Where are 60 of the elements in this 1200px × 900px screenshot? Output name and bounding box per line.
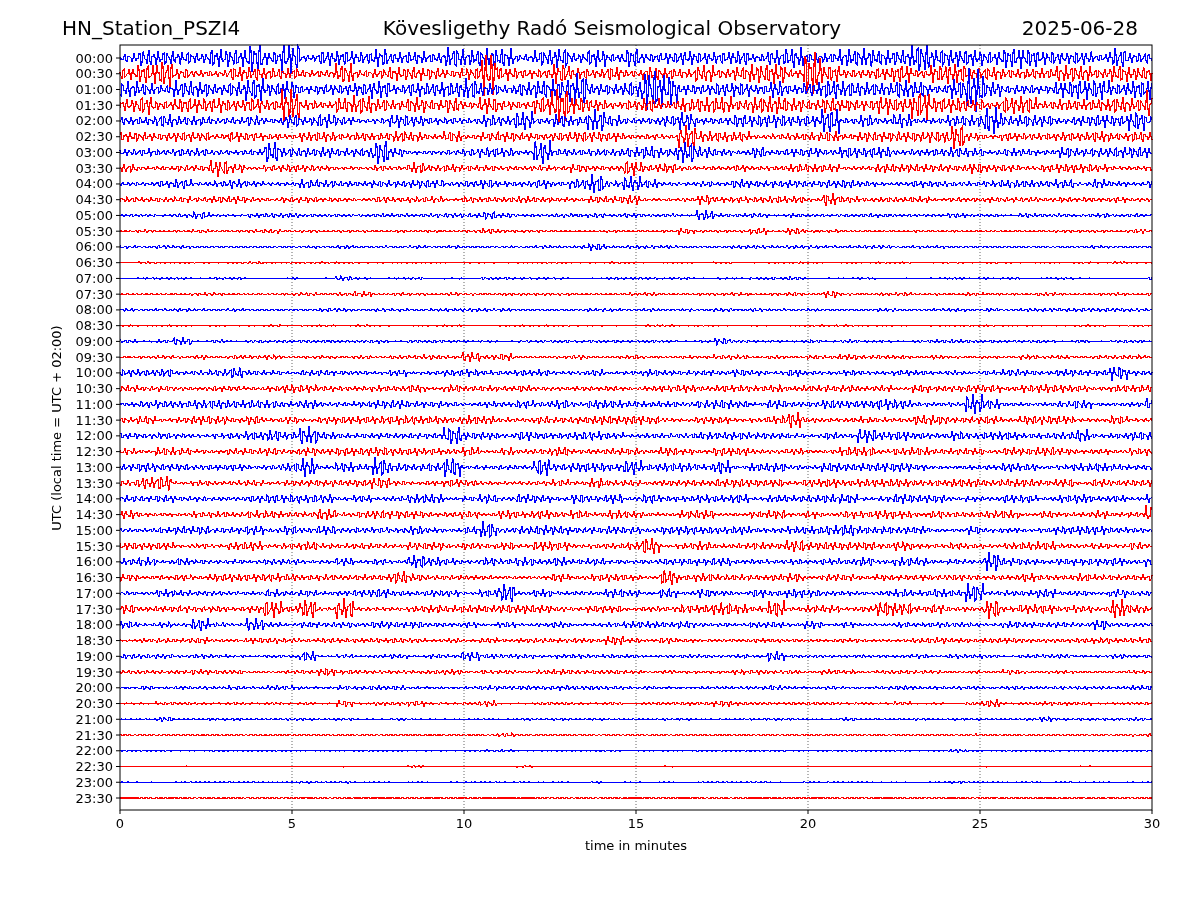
time-label: 13:00 bbox=[75, 459, 113, 475]
minute-tick-label: 0 bbox=[115, 816, 125, 831]
time-label: 22:30 bbox=[75, 759, 113, 774]
time-label: 05:30 bbox=[75, 223, 113, 239]
time-label: 21:30 bbox=[75, 727, 113, 743]
time-label: 10:00 bbox=[75, 365, 113, 381]
time-label: 14:30 bbox=[75, 507, 113, 523]
time-label: 10:30 bbox=[75, 381, 113, 397]
time-label: 19:00 bbox=[75, 648, 113, 664]
minute-tick-label: 10 bbox=[455, 816, 473, 831]
time-label: 11:30 bbox=[75, 412, 113, 428]
time-label: 00:00 bbox=[75, 50, 113, 66]
minute-tick-label: 5 bbox=[287, 816, 297, 831]
time-label: 07:30 bbox=[75, 286, 113, 302]
minute-tick-label: 25 bbox=[971, 816, 989, 831]
time-label: 12:00 bbox=[75, 428, 113, 444]
time-label: 09:00 bbox=[75, 333, 113, 349]
time-label: 07:00 bbox=[75, 270, 113, 286]
time-label: 00:30 bbox=[75, 66, 113, 82]
time-label: 16:30 bbox=[75, 570, 113, 586]
time-label: 06:00 bbox=[75, 239, 113, 255]
time-label: 02:00 bbox=[75, 113, 113, 129]
time-label: 15:30 bbox=[75, 538, 113, 554]
time-label: 17:30 bbox=[75, 601, 113, 617]
minute-tick-label: 30 bbox=[1143, 816, 1161, 831]
time-label: 03:00 bbox=[75, 144, 113, 160]
time-label: 04:30 bbox=[75, 192, 113, 208]
time-label: 05:00 bbox=[75, 207, 113, 223]
time-label: 01:30 bbox=[75, 97, 113, 113]
time-label: 22:00 bbox=[75, 743, 113, 759]
minute-tick-label: 15 bbox=[627, 816, 645, 831]
y-axis-label: UTC (local time = UTC + 02:00) bbox=[49, 325, 64, 531]
time-label: 06:30 bbox=[75, 255, 113, 271]
time-label: 20:30 bbox=[75, 696, 113, 712]
time-label: 12:30 bbox=[75, 444, 113, 460]
time-label: 03:30 bbox=[75, 160, 113, 176]
time-label: 19:30 bbox=[75, 664, 113, 680]
date-label: 2025-06-28 bbox=[1021, 16, 1138, 40]
observatory-title: Kövesligethy Radó Seismological Observatory bbox=[382, 16, 842, 40]
minute-tick-label: 20 bbox=[799, 816, 817, 831]
time-label: 23:00 bbox=[75, 774, 113, 790]
time-label: 01:00 bbox=[75, 82, 113, 97]
time-label: 20:00 bbox=[75, 680, 113, 696]
time-label: 17:00 bbox=[75, 585, 113, 601]
time-label: 04:00 bbox=[75, 176, 113, 192]
time-label: 02:30 bbox=[75, 129, 113, 145]
station-name: HN_Station_PSZI4 bbox=[62, 16, 241, 40]
time-label: 18:30 bbox=[75, 633, 113, 649]
time-label: 15:00 bbox=[75, 522, 113, 538]
time-label: 14:00 bbox=[75, 491, 113, 507]
time-label: 09:30 bbox=[75, 349, 113, 365]
time-label: 21:00 bbox=[75, 711, 113, 727]
time-label: 11:00 bbox=[75, 396, 113, 412]
time-label: 23:30 bbox=[75, 790, 113, 806]
time-label: 16:00 bbox=[75, 554, 113, 570]
x-axis-label: time in minutes bbox=[584, 838, 688, 853]
time-label: 08:00 bbox=[75, 302, 113, 318]
time-label: 18:00 bbox=[75, 617, 113, 633]
time-label: 13:30 bbox=[75, 475, 113, 491]
time-label: 08:30 bbox=[75, 318, 113, 334]
